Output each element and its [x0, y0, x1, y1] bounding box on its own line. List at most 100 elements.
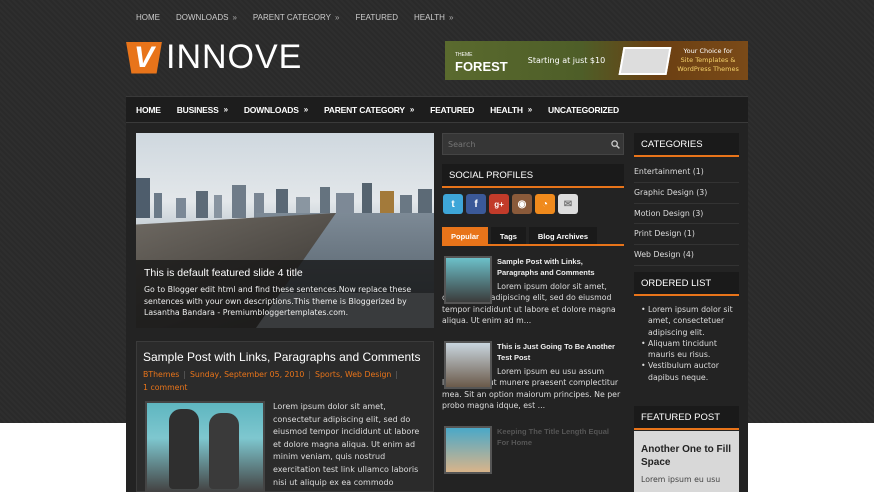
popular-post-title[interactable]: Sample Post with Links, Paragraphs and C… — [497, 257, 623, 278]
twitter-icon[interactable]: t — [443, 194, 463, 214]
banner-tagline: Your Choice for Site Templates & WordPre… — [677, 47, 739, 74]
rss-icon[interactable]: ◔ — [535, 194, 555, 214]
search-box — [442, 133, 624, 155]
slide-text: Go to Blogger edit html and find these s… — [144, 285, 412, 317]
featured-post-text: Lorem ipsum eu usu — [641, 475, 721, 484]
banner-brand-name: FOREST — [455, 58, 508, 74]
dropdown-arrow-icon: » — [335, 13, 340, 22]
dropdown-arrow-icon: » — [527, 105, 533, 114]
logo-mark: V — [126, 41, 162, 74]
instagram-icon[interactable]: ◉ — [512, 194, 532, 214]
google-plus-icon[interactable]: g+ — [489, 194, 509, 214]
popular-post: This is Just Going To Be Another Test Po… — [442, 341, 624, 411]
main-nav-item-downloads[interactable]: DOWNLOADS » — [236, 105, 316, 115]
tab-underline — [442, 244, 624, 246]
featured-post-title: FEATURED POST — [634, 406, 739, 430]
slide-image-skyline — [136, 178, 432, 218]
main-nav-label: DOWNLOADS — [243, 104, 299, 115]
top-nav-label: HEALTH — [413, 13, 445, 22]
main-nav-label: BUSINESS — [176, 104, 219, 115]
category-link[interactable]: Graphic Design (3) — [634, 183, 739, 204]
themeforest-banner-ad[interactable]: THEME FOREST Starting at just $10 Your Ch… — [445, 41, 748, 80]
post-author[interactable]: BThemes — [143, 370, 179, 379]
meta-separator: | — [183, 370, 186, 379]
top-nav-label: FEATURED — [355, 13, 398, 22]
thumbnail-figure — [169, 409, 199, 489]
top-nav-item-featured[interactable]: FEATURED — [347, 8, 406, 27]
thumbnail-figure — [209, 413, 239, 489]
post-date: Sunday, September 05, 2010 — [189, 370, 305, 379]
list-item: Aliquam tincidunt mauris eu risus. — [641, 338, 739, 361]
slide-title[interactable]: This is default featured slide 4 title — [144, 267, 426, 279]
search-input[interactable] — [443, 139, 607, 149]
meta-separator: | — [395, 370, 399, 379]
slide-caption: This is default featured slide 4 title G… — [136, 260, 434, 328]
post-labels[interactable]: Sports, Web Design — [315, 370, 391, 379]
main-nav-item-health[interactable]: HEALTH » — [482, 105, 540, 115]
main-nav-item-home[interactable]: HOME — [128, 105, 169, 115]
category-link[interactable]: Print Design (1) — [634, 224, 739, 246]
list-item: Vestibulum auctor dapibus neque. — [641, 360, 739, 383]
top-nav-label: DOWNLOADS — [176, 13, 229, 22]
categories-title: CATEGORIES — [634, 133, 739, 157]
popular-post-title[interactable]: This is Just Going To Be Another Test Po… — [497, 342, 623, 363]
ordered-list: Lorem ipsum dolor sit amet, consectetuer… — [641, 304, 739, 383]
top-nav-label: PARENT CATEGORY — [252, 13, 331, 22]
social-profiles-title: SOCIAL PROFILES — [442, 164, 624, 188]
top-nav-item-health[interactable]: HEALTH» — [406, 8, 461, 27]
popular-post-title[interactable]: Keeping The Title Length Equal For Home — [497, 427, 623, 448]
popular-post-thumbnail[interactable] — [444, 256, 492, 304]
main-nav-label: PARENT CATEGORY — [323, 104, 405, 115]
post-meta: BThemes | Sunday, September 05, 2010 | Sport… — [137, 368, 433, 394]
post-card: Sample Post with Links, Paragraphs and C… — [136, 341, 434, 492]
dropdown-arrow-icon: » — [448, 13, 454, 22]
list-item: Lorem ipsum dolor sit amet, consectetuer… — [641, 304, 739, 338]
post-comments-link[interactable]: 1 comment — [143, 383, 187, 392]
post-excerpt: Lorem ipsum dolor sit amet, consectetur … — [273, 402, 420, 487]
banner-tagline-line2: Site Templates & — [680, 56, 736, 64]
post-title[interactable]: Sample Post with Links, Paragraphs and C… — [137, 342, 433, 368]
main-nav-item-parent-category[interactable]: PARENT CATEGORY » — [316, 105, 422, 115]
category-link[interactable]: Web Design (4) — [634, 245, 739, 266]
top-nav-item-downloads[interactable]: DOWNLOADS» — [168, 8, 245, 27]
featured-post-box: Another One to Fill Space Lorem ipsum eu… — [634, 431, 739, 492]
category-link[interactable]: Motion Design (3) — [634, 204, 739, 225]
banner-tagline-line3: WordPress Themes — [677, 65, 739, 73]
main-nav-label: UNCATEGORIZED — [548, 104, 619, 115]
top-nav-label: HOME — [136, 13, 160, 22]
main-nav-item-featured[interactable]: FEATURED — [422, 105, 482, 115]
banner-brand: THEME FOREST — [455, 50, 508, 74]
popular-post-thumbnail[interactable] — [444, 341, 492, 389]
meta-separator: | — [308, 370, 312, 379]
email-icon[interactable]: ✉ — [558, 194, 578, 214]
main-nav-label: HEALTH — [490, 104, 523, 115]
banner-offer: Starting at just $10 — [527, 56, 606, 65]
post-thumbnail[interactable] — [145, 401, 265, 492]
top-nav: HOME DOWNLOADS» PARENT CATEGORY» FEATURE… — [128, 8, 461, 27]
banner-template-tiles — [618, 46, 672, 75]
categories-list: Entertainment (1) Graphic Design (3) Mot… — [634, 162, 739, 266]
search-icon[interactable] — [607, 136, 623, 152]
main-nav-label: HOME — [136, 104, 161, 115]
logo-text: INNOVE — [166, 38, 303, 76]
ordered-list-title: ORDERED LIST — [634, 272, 739, 296]
top-nav-item-home[interactable]: HOME — [128, 8, 168, 27]
site-logo[interactable]: V INNOVE — [126, 38, 302, 77]
dropdown-arrow-icon: » — [232, 13, 237, 22]
main-nav: HOME BUSINESS » DOWNLOADS » PARENT CATEGOR… — [126, 96, 748, 123]
dropdown-arrow-icon: » — [409, 105, 415, 114]
dropdown-arrow-icon: » — [223, 105, 228, 114]
dropdown-arrow-icon: » — [303, 105, 308, 114]
top-nav-item-parent-category[interactable]: PARENT CATEGORY » — [245, 8, 348, 27]
main-nav-item-uncategorized[interactable]: UNCATEGORIZED — [540, 105, 627, 115]
popular-post-thumbnail[interactable] — [444, 426, 492, 474]
featured-slider[interactable]: This is default featured slide 4 title G… — [136, 133, 434, 328]
popular-post: Sample Post with Links, Paragraphs and C… — [442, 256, 624, 326]
main-nav-label: FEATURED — [430, 104, 475, 115]
category-link[interactable]: Entertainment (1) — [634, 162, 739, 183]
banner-tagline-line1: Your Choice for — [683, 47, 733, 55]
featured-post-heading[interactable]: Another One to Fill Space — [641, 443, 732, 469]
social-icons: t f g+ ◉ ◔ ✉ — [443, 194, 578, 214]
facebook-icon[interactable]: f — [466, 194, 486, 214]
main-nav-item-business[interactable]: BUSINESS » — [169, 105, 236, 115]
